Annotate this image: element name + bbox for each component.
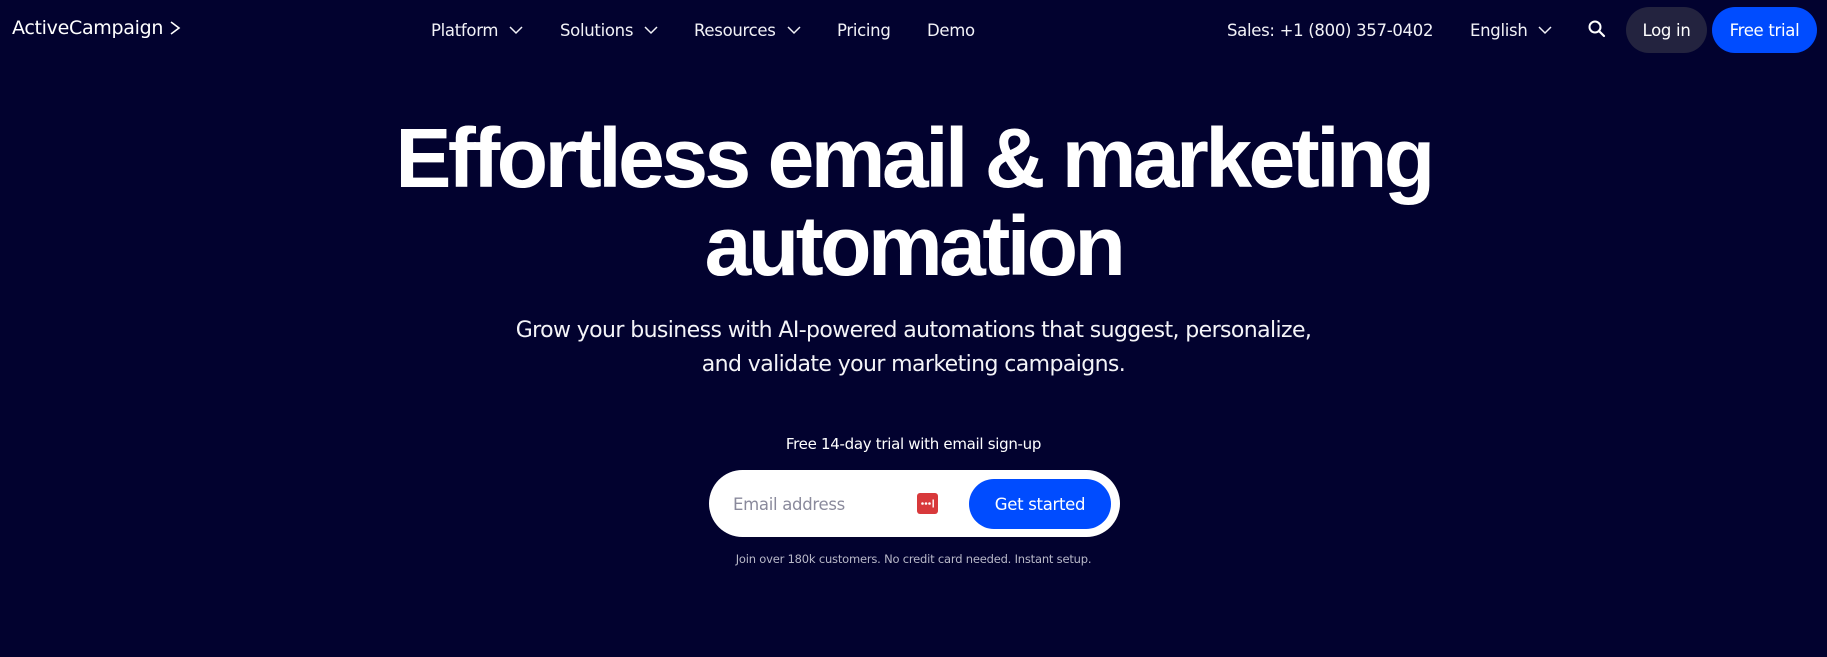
search-icon[interactable] [1587,19,1607,39]
nav-label: Demo [927,20,975,40]
password-manager-icon[interactable] [917,493,938,514]
chevron-down-icon [1538,26,1553,35]
email-input[interactable] [733,487,913,521]
nav-label: Resources [694,20,776,40]
logo-text: ActiveCampaign [12,17,164,39]
page-headline: Effortless email & marketing automation [0,114,1827,290]
subhead-line-1: Grow your business with AI-powered autom… [515,318,1312,343]
trial-label: Free 14-day trial with email sign-up [785,435,1042,453]
chevron-down-icon [509,26,523,35]
login-button[interactable]: Log in [1626,7,1707,53]
nav-demo[interactable]: Demo [927,0,975,60]
headline-line-1: Effortless email & marketing [395,111,1435,205]
get-started-button[interactable]: Get started [969,479,1111,529]
language-selector[interactable]: English [1470,0,1553,60]
chevron-down-icon [787,26,801,35]
logo-chevron-icon [170,21,181,35]
headline-line-2: automation [704,199,1126,293]
nav-solutions[interactable]: Solutions [560,0,659,60]
signup-form: Get started [709,470,1120,537]
chevron-down-icon [644,26,658,35]
nav-pricing[interactable]: Pricing [837,0,891,60]
nav-platform[interactable]: Platform [431,0,524,60]
free-trial-button[interactable]: Free trial [1712,7,1817,53]
signup-fineprint: Join over 180k customers. No credit card… [735,552,1092,566]
nav-label: Platform [431,20,499,40]
language-label: English [1470,20,1528,40]
password-dots-icon [921,499,934,508]
hero-subheading: Grow your business with AI-powered autom… [0,314,1827,382]
subhead-line-2: and validate your marketing campaigns. [701,352,1126,377]
sales-phone-link[interactable]: Sales: +1 (800) 357-0402 [1227,0,1433,60]
logo-link[interactable]: ActiveCampaign [12,17,181,39]
nav-label: Solutions [560,20,634,40]
nav-resources[interactable]: Resources [694,0,802,60]
nav-label: Pricing [837,20,891,40]
